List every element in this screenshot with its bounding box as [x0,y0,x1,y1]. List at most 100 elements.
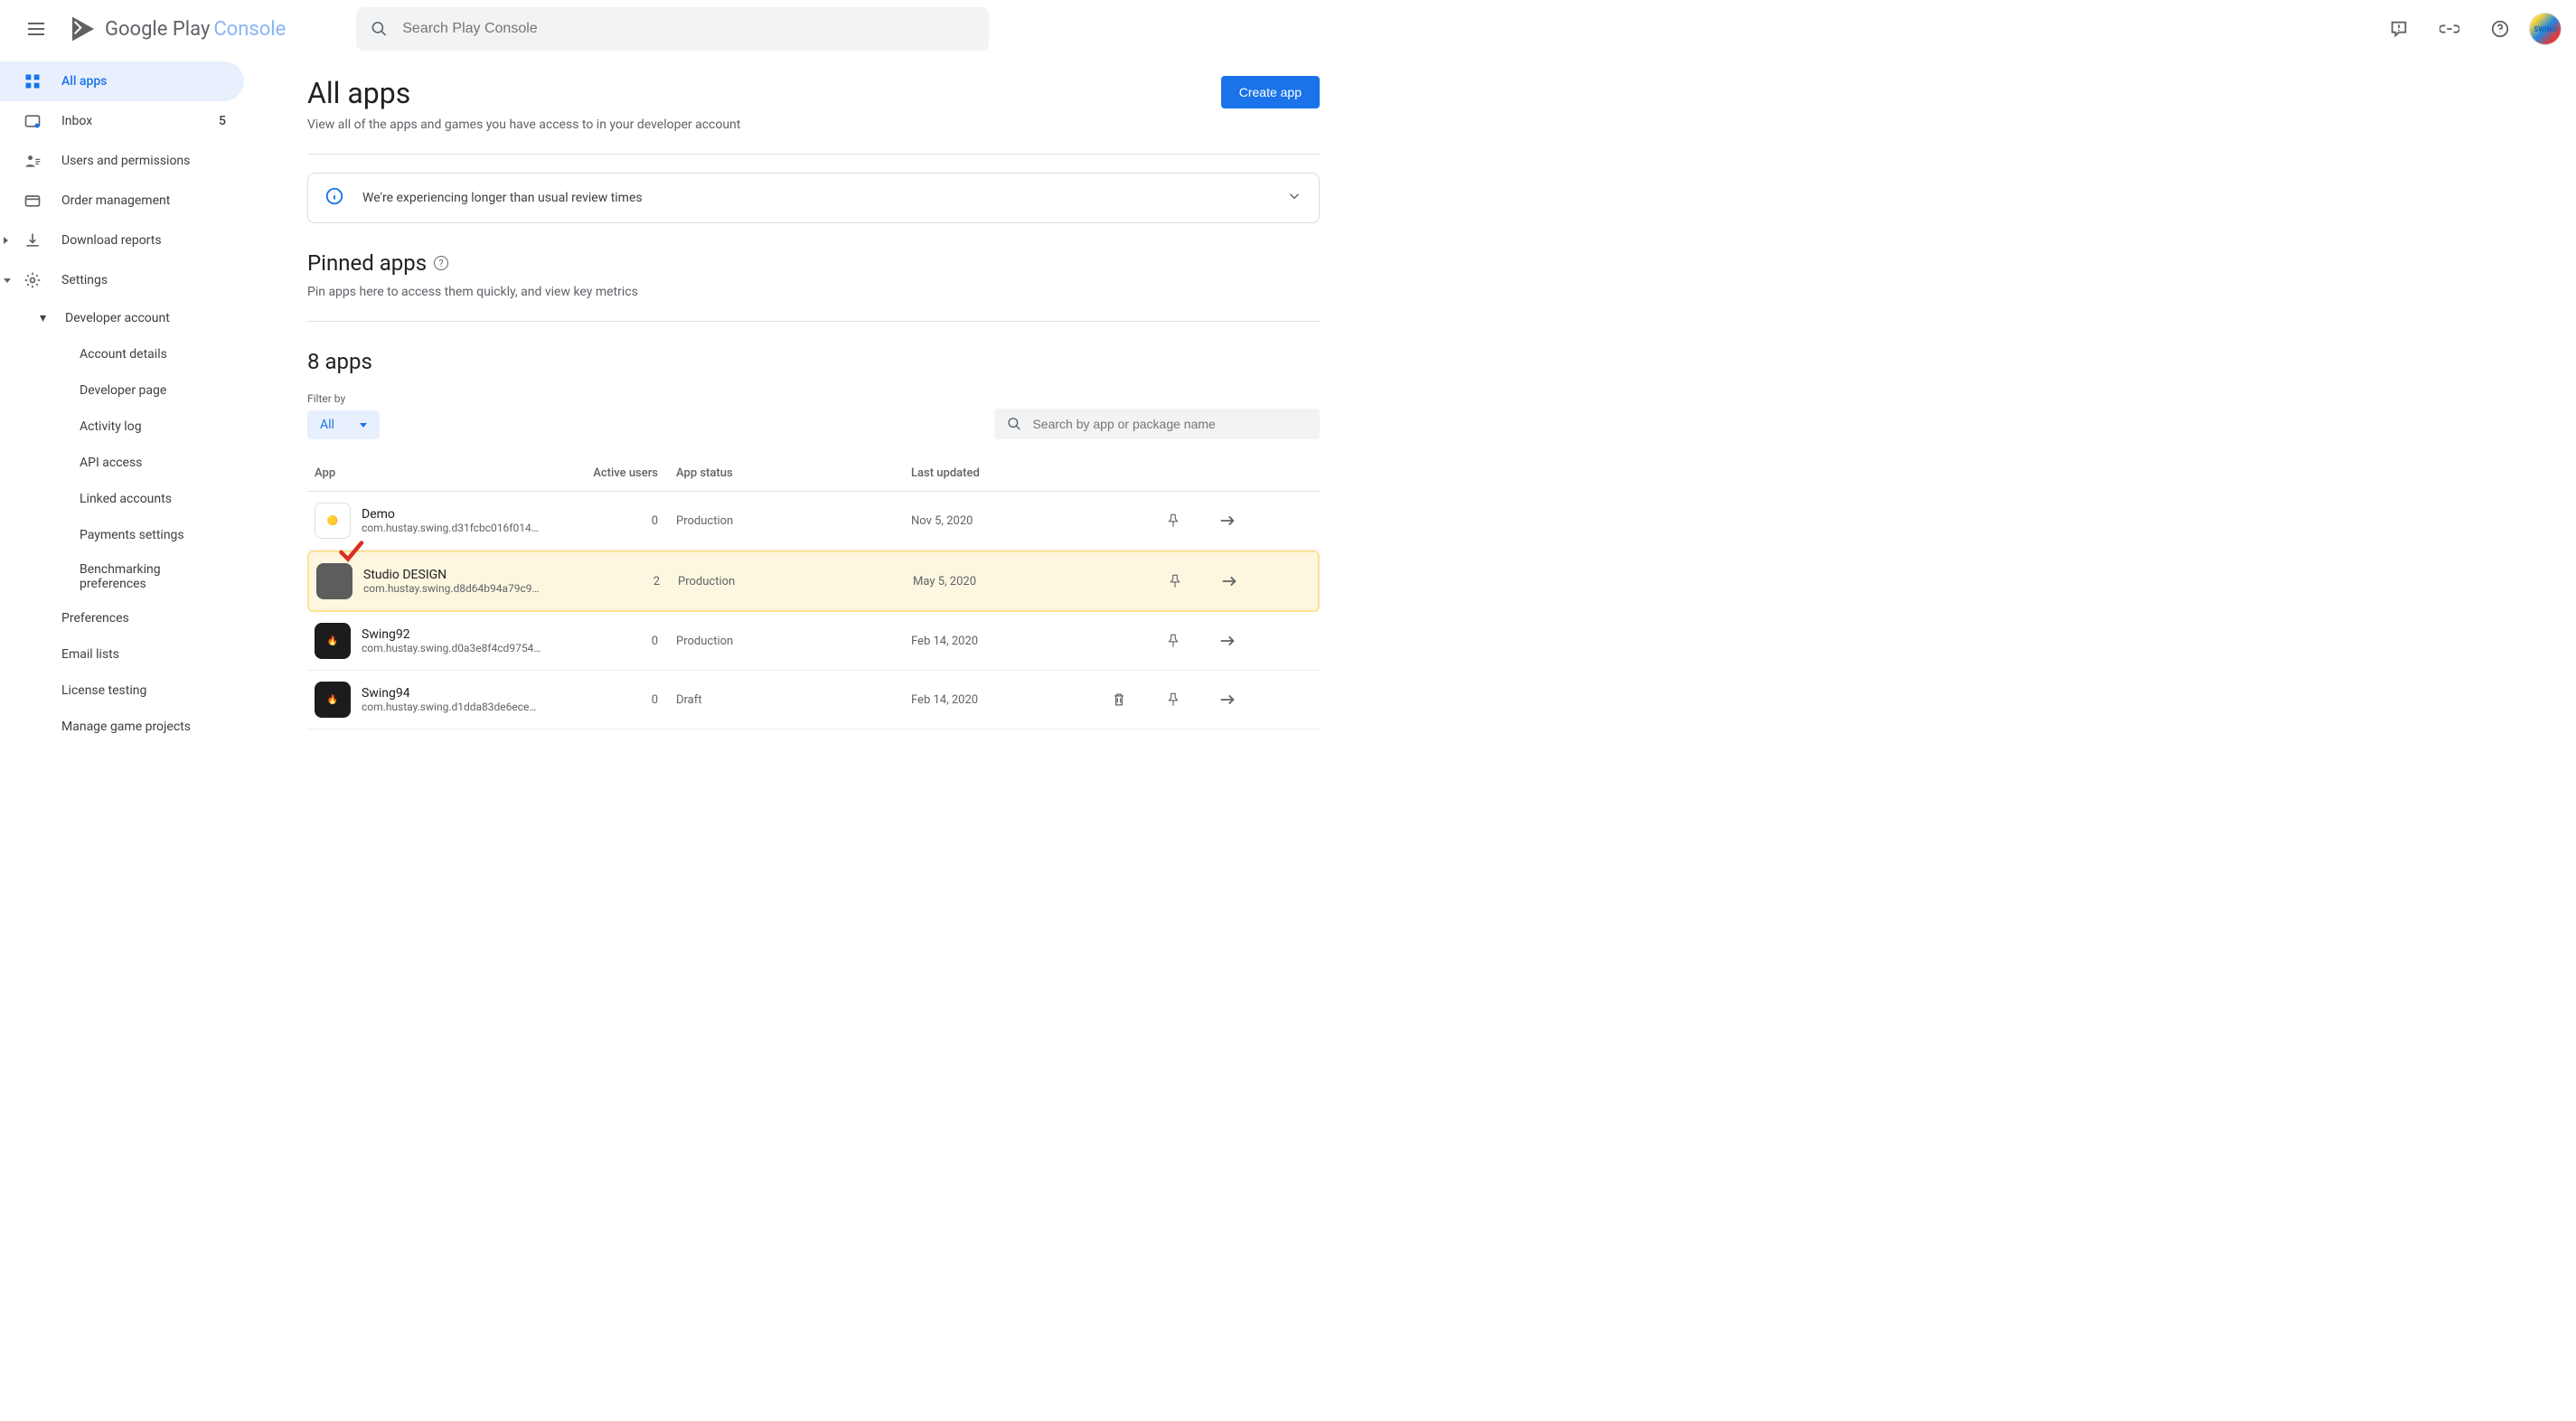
sidebar-item-payments-settings[interactable]: Payments settings [0,517,253,553]
filter-dropdown[interactable]: All [307,410,380,439]
open-app-button[interactable] [1200,631,1255,651]
last-updated-value: Feb 14, 2020 [911,693,1092,707]
sidebar-label: Download reports [61,233,162,248]
sidebar-label: Users and permissions [61,154,190,168]
card-icon [22,190,43,212]
sidebar-item-linked-accounts[interactable]: Linked accounts [0,481,253,517]
sidebar-item-license-testing[interactable]: License testing [0,673,253,709]
sidebar-item-all-apps[interactable]: All apps [0,61,244,101]
avatar[interactable]: SWING [2529,13,2562,45]
table-row[interactable]: Studio DESIGN com.hustay.swing.d8d64b94a… [307,551,1320,612]
active-users-value: 0 [586,514,676,528]
users-icon [22,150,43,172]
create-app-button[interactable]: Create app [1221,76,1320,108]
sidebar-label: Order management [61,193,170,208]
apps-table: App Active users App status Last updated… [307,456,1320,729]
logo[interactable]: Google PlayConsole [69,14,286,43]
filter-label: Filter by [307,392,380,405]
last-updated-value: Nov 5, 2020 [911,514,1092,528]
chevron-down-icon[interactable] [1286,188,1302,208]
app-name: Swing92 [362,627,541,642]
help-icon[interactable]: ? [434,256,448,270]
active-users-value: 0 [586,635,676,648]
open-app-button[interactable] [1200,511,1255,531]
hamburger-menu-icon[interactable] [14,7,58,51]
top-bar: Google PlayConsole SWING [0,0,2576,58]
last-updated-value: May 5, 2020 [913,575,1094,588]
table-row[interactable]: 🔥 Swing94 com.hustay.swing.d1dda83de6ece… [307,671,1320,729]
search-icon [371,20,388,38]
sidebar-item-manage-game-projects[interactable]: Manage game projects [0,709,253,745]
divider [307,321,1320,322]
app-package: com.hustay.swing.d0a3e8f4cd9754… [362,642,541,654]
sidebar-label: Inbox [61,114,92,128]
page-subtitle: View all of the apps and games you have … [307,118,740,132]
banner-text: We're experiencing longer than usual rev… [362,191,1268,205]
app-package: com.hustay.swing.d8d64b94a79c94… [363,582,544,595]
page-title: All apps [307,76,740,110]
app-search-input[interactable] [1032,417,1307,431]
logo-text: Google PlayConsole [105,18,286,41]
sidebar-item-users[interactable]: Users and permissions [0,141,244,181]
sidebar-item-developer-page[interactable]: Developer page [0,372,253,409]
sidebar-label: All apps [61,74,107,89]
pin-button[interactable] [1146,513,1200,529]
th-app: App [315,466,586,480]
sidebar-label: Settings [61,273,108,287]
open-app-button[interactable] [1200,690,1255,710]
pin-button[interactable] [1148,573,1202,589]
sidebar: All apps Inbox 5 Users and permissions O… [0,58,253,1421]
app-status-value: Draft [676,693,911,707]
info-icon [324,186,344,210]
sidebar-item-orders[interactable]: Order management [0,181,244,221]
inbox-icon [22,110,43,132]
app-name: Demo [362,507,539,522]
app-icon: 🔥 [315,682,351,718]
search-input[interactable] [402,21,974,37]
inbox-badge: 5 [219,114,226,128]
app-icon: 🔥 [315,623,351,659]
sidebar-item-email-lists[interactable]: Email lists [0,636,253,673]
app-icon: 🟡 [315,503,351,539]
app-name: Swing94 [362,686,542,701]
last-updated-value: Feb 14, 2020 [911,635,1092,648]
table-row[interactable]: 🔥 Swing92 com.hustay.swing.d0a3e8f4cd975… [307,612,1320,671]
sidebar-item-account-details[interactable]: Account details [0,336,253,372]
sidebar-item-download-reports[interactable]: Download reports [0,221,244,260]
open-app-button[interactable] [1202,571,1256,591]
pinned-apps-subtitle: Pin apps here to access them quickly, an… [307,285,1320,299]
delete-button[interactable] [1092,691,1146,709]
sidebar-item-api-access[interactable]: API access [0,445,253,481]
app-package: com.hustay.swing.d31fcbc016f014… [362,522,539,534]
gear-icon [22,269,43,291]
app-status-value: Production [676,514,911,528]
divider [307,154,1320,155]
table-row[interactable]: 🟡 Demo com.hustay.swing.d31fcbc016f014… … [307,492,1320,551]
th-updated: Last updated [911,466,1092,480]
sidebar-item-settings[interactable]: Settings [0,260,244,300]
review-times-banner[interactable]: We're experiencing longer than usual rev… [307,173,1320,223]
play-console-logo-icon [69,14,98,43]
pinned-apps-heading: Pinned apps ? [307,250,1320,276]
help-icon[interactable] [2478,7,2522,51]
global-search[interactable] [356,7,989,51]
th-status: App status [676,466,911,480]
feedback-icon[interactable] [2377,7,2421,51]
sidebar-item-benchmarking[interactable]: Benchmarking preferences [0,553,253,600]
sidebar-label: Developer account [65,311,170,325]
pin-button[interactable] [1146,633,1200,649]
sidebar-item-preferences[interactable]: Preferences [0,600,253,636]
link-icon[interactable] [2428,7,2471,51]
pin-button[interactable] [1146,692,1200,708]
apps-icon [22,71,43,92]
active-users-value: 2 [588,575,678,588]
sidebar-item-inbox[interactable]: Inbox 5 [0,101,244,141]
sidebar-item-developer-account[interactable]: ▾ Developer account [0,300,253,336]
sidebar-item-activity-log[interactable]: Activity log [0,409,253,445]
app-name: Studio DESIGN [363,568,544,582]
app-search[interactable] [994,409,1320,439]
app-package: com.hustay.swing.d1dda83de6ece4… [362,701,542,713]
app-status-value: Production [678,575,913,588]
apps-count-heading: 8 apps [307,349,1320,374]
th-users: Active users [586,466,676,480]
